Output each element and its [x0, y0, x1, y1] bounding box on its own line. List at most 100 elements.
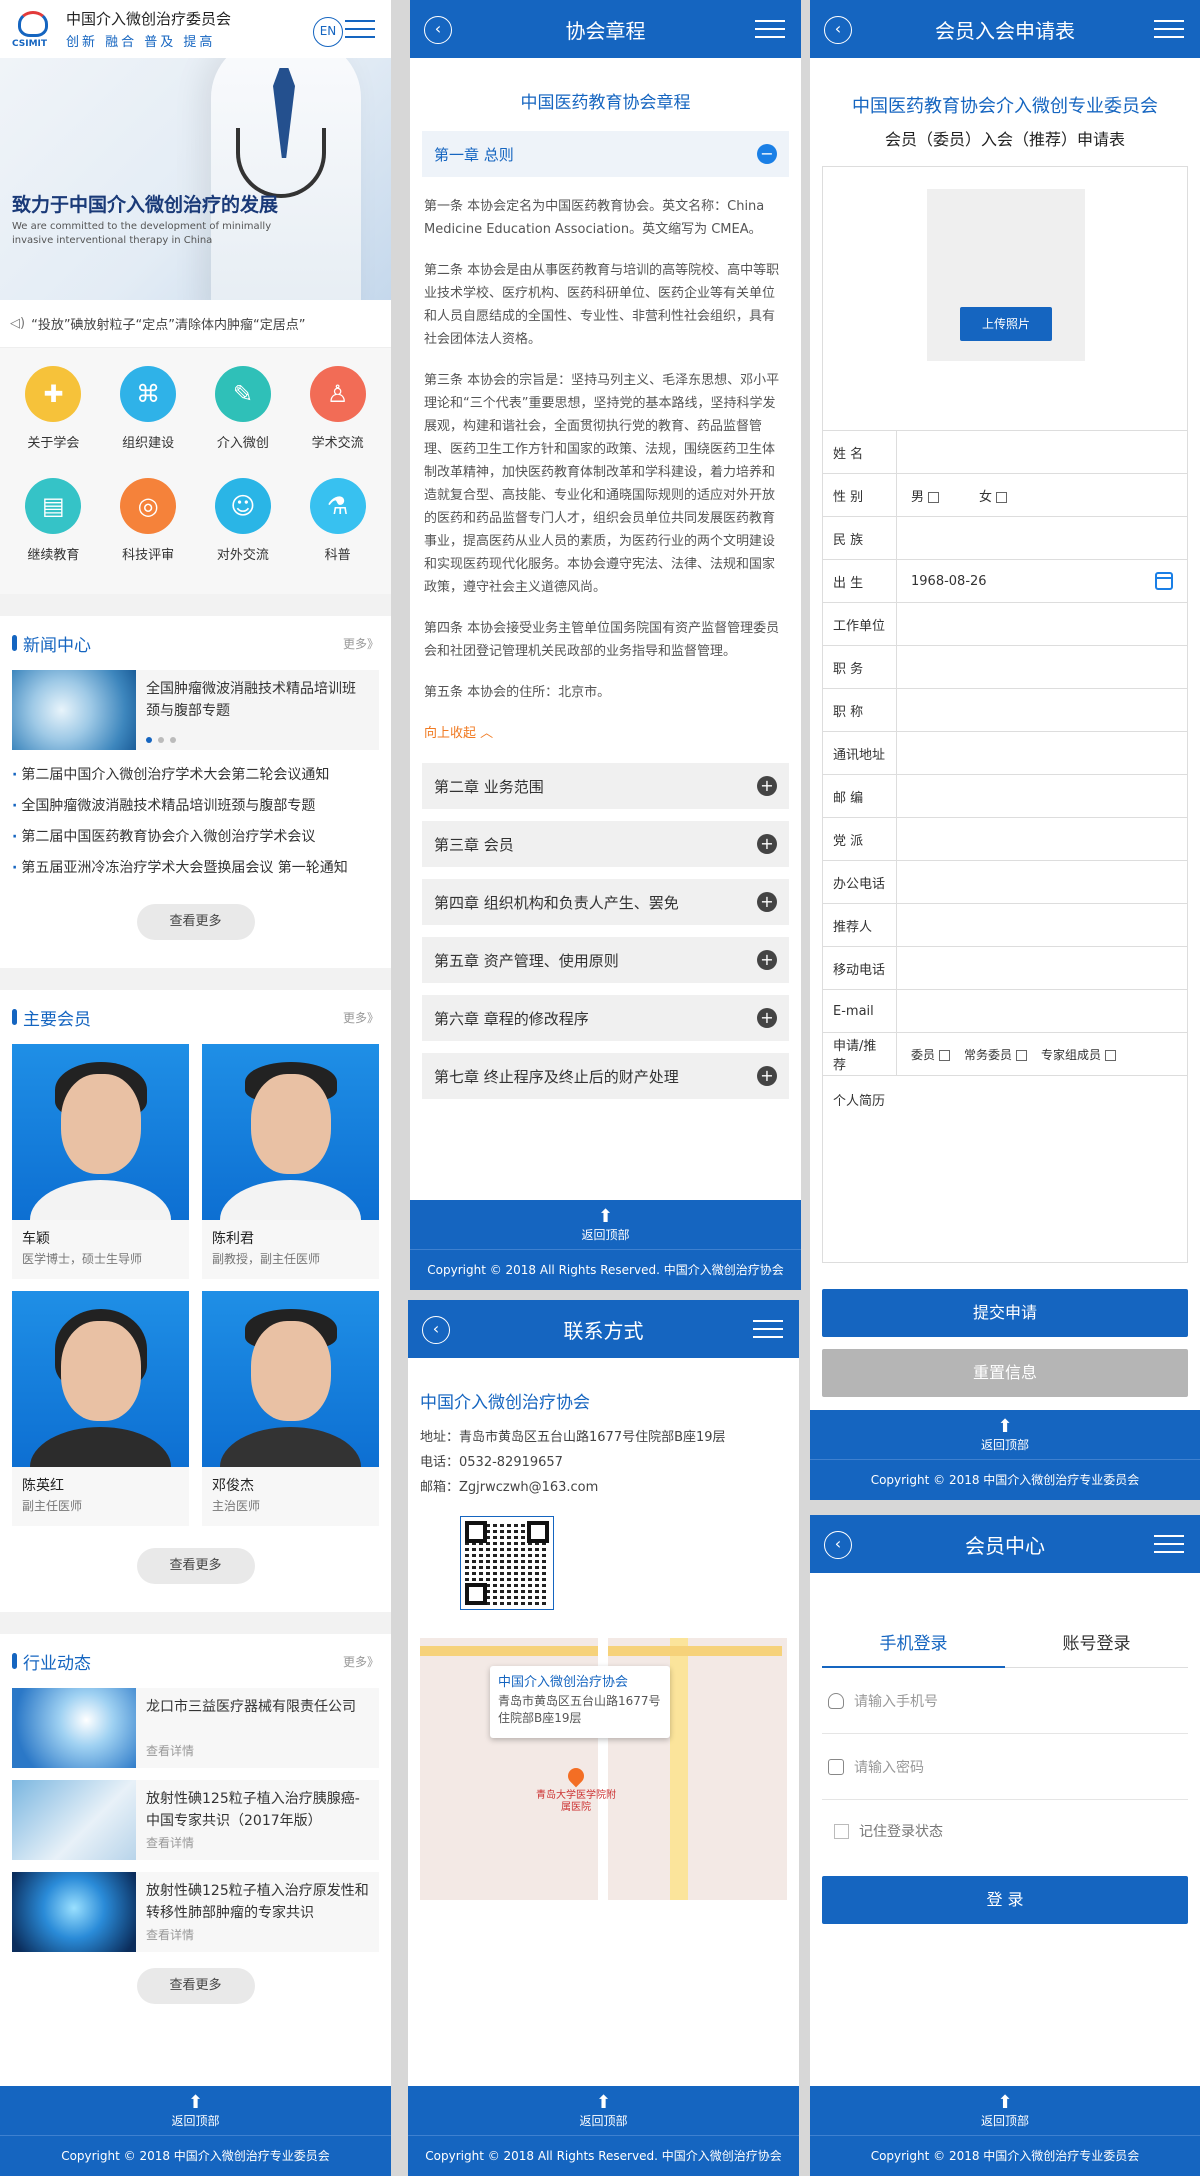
upload-photo-button[interactable]: 上传照片 [960, 307, 1052, 341]
charter-title: 中国医药教育协会章程 [520, 93, 691, 113]
copyright: Copyright © 2018 中国介入微创治疗专业委员会 [870, 1473, 1140, 1487]
carousel-dots[interactable] [146, 728, 369, 750]
menu-icon[interactable] [345, 20, 375, 40]
menu-icon[interactable] [755, 20, 785, 40]
news-list: 第二届中国介入微创治疗学术大会第二轮会议通知 全国肿瘤微波消融技术精品培训班颈与… [12, 750, 379, 894]
party-field[interactable] [897, 818, 1187, 860]
back-to-top-button[interactable]: ⬆ 返回顶部 [810, 1410, 1200, 1460]
speaker-icon: ◁) [10, 316, 26, 331]
member-card[interactable]: 车颖 医学博士，硕士生导师 [12, 1044, 189, 1279]
ethnicity-field[interactable] [897, 517, 1187, 559]
members-more-link[interactable]: 更多》 [343, 1009, 379, 1026]
nav-item-org[interactable]: ⌘ 组织建设 [101, 366, 196, 464]
news-featured[interactable]: 全国肿瘤微波消融技术精品培训班 颈与腹部专题 [12, 670, 379, 750]
nav-item-academic[interactable]: ♙ 学术交流 [290, 366, 385, 464]
apply-member-checkbox[interactable]: 委员 [911, 1046, 951, 1063]
arrow-up-icon: ⬆ [595, 2092, 612, 2113]
postcode-field[interactable] [897, 775, 1187, 817]
chapter-1-toggle[interactable]: 第一章 总则 − [422, 131, 789, 177]
list-item[interactable]: 放射性碘125粒子植入治疗原发性和转移性肺部肿瘤的专家共识 查看详情 [12, 1872, 379, 1952]
tab-account-login[interactable]: 账号登录 [1005, 1629, 1188, 1668]
chapter-toggle[interactable]: 第五章 资产管理、使用原则 + [422, 937, 789, 983]
nav-item-science[interactable]: ⚗ 科普 [290, 478, 385, 576]
gender-female-checkbox[interactable]: 女 [979, 486, 1008, 505]
avatar [202, 1291, 379, 1467]
list-item[interactable]: 第五届亚洲冷冻治疗学术大会暨换届会议 第一轮通知 [12, 853, 379, 884]
map[interactable]: 中国介入微创治疗协会 青岛市黄岛区五台山路1677号住院部B座19层 青岛大学医学… [420, 1638, 787, 1900]
member-card[interactable]: 陈利君 副教授，副主任医师 [202, 1044, 379, 1279]
nav-item-review[interactable]: ◎ 科技评审 [101, 478, 196, 576]
news-featured-image [12, 670, 136, 750]
list-item[interactable]: 第二届中国医药教育协会介入微创治疗学术会议 [12, 822, 379, 853]
language-switch-button[interactable]: EN [313, 17, 343, 47]
flask-icon: ⚗ [309, 478, 366, 534]
back-to-top-button[interactable]: ⬆ 返回顶部 [0, 2086, 391, 2136]
login-button[interactable]: 登 录 [822, 1876, 1188, 1924]
resume-field[interactable]: 个人简历 [823, 1076, 1187, 1262]
menu-icon[interactable] [1154, 1535, 1184, 1555]
member-card[interactable]: 邓俊杰 主治医师 [202, 1291, 379, 1526]
news-view-more-button[interactable]: 查看更多 [136, 904, 255, 940]
remember-login-checkbox[interactable]: 记住登录状态 [822, 1800, 1188, 1862]
map-pin-icon[interactable] [564, 1764, 588, 1788]
phone: 电话：0532-82919657 [420, 1455, 563, 1470]
email-field[interactable] [897, 990, 1187, 1032]
back-to-top-button[interactable]: ⬆ 返回顶部 [810, 2086, 1200, 2136]
apply-standing-checkbox[interactable]: 常务委员 [964, 1046, 1028, 1063]
name-field[interactable] [897, 431, 1187, 473]
industry-section: 行业动态 更多》 龙口市三益医疗器械有限责任公司 查看详情 放射性碘125粒子植入治… [0, 1634, 391, 2004]
footer: ⬆ 返回顶部 Copyright © 2018 All Rights Reserv… [410, 1200, 801, 1290]
gender-male-checkbox[interactable]: 男 [911, 486, 940, 505]
submit-button[interactable]: 提交申请 [822, 1289, 1188, 1337]
list-item[interactable]: 龙口市三益医疗器械有限责任公司 查看详情 [12, 1688, 379, 1768]
site-logo[interactable]: CSIMIT [12, 9, 58, 49]
planet-icon: ◎ [120, 478, 177, 534]
menu-icon[interactable] [1154, 20, 1184, 40]
menu-icon[interactable] [753, 1320, 783, 1340]
nav-item-about[interactable]: ✚ 关于学会 [6, 366, 101, 464]
plus-icon: + [757, 834, 777, 854]
position-field[interactable] [897, 646, 1187, 688]
chapter-toggle[interactable]: 第六章 章程的修改程序 + [422, 995, 789, 1041]
nav-item-exchange[interactable]: ☺ 对外交流 [196, 478, 291, 576]
industry-more-link[interactable]: 更多》 [343, 1653, 379, 1670]
chapter-toggle[interactable]: 第四章 组织机构和负责人产生、罢免 + [422, 879, 789, 925]
address-field[interactable] [897, 732, 1187, 774]
list-item[interactable]: 放射性碘125粒子植入治疗胰腺癌-中国专家共识（2017年版） 查看详情 [12, 1780, 379, 1860]
page-title: 协会章程 [565, 18, 646, 43]
tab-phone-login[interactable]: 手机登录 [822, 1629, 1005, 1668]
birth-date-field[interactable]: 1968-08-26 [897, 560, 1187, 602]
collapse-link[interactable]: 向上收起 ︿ [410, 722, 801, 763]
apply-expert-checkbox[interactable]: 专家组成员 [1041, 1046, 1117, 1063]
industry-view-more-button[interactable]: 查看更多 [136, 1968, 255, 2004]
chapter-toggle[interactable]: 第三章 会员 + [422, 821, 789, 867]
title-field[interactable] [897, 689, 1187, 731]
office-phone-field[interactable] [897, 861, 1187, 903]
chapter-toggle[interactable]: 第七章 终止程序及终止后的财产处理 + [422, 1053, 789, 1099]
phone-input[interactable]: 请输入手机号 [822, 1668, 1188, 1734]
list-item[interactable]: 第二届中国介入微创治疗学术大会第二轮会议通知 [12, 760, 379, 791]
calendar-icon[interactable] [1155, 572, 1173, 590]
chapter-toggle[interactable]: 第二章 业务范围 + [422, 763, 789, 809]
referrer-field[interactable] [897, 904, 1187, 946]
password-input[interactable]: 请输入密码 [822, 1734, 1188, 1800]
member-card[interactable]: 陈英红 副主任医师 [12, 1291, 189, 1526]
page-title: 会员入会申请表 [935, 18, 1075, 43]
list-item[interactable]: 全国肿瘤微波消融技术精品培训班颈与腹部专题 [12, 791, 379, 822]
back-icon[interactable]: ‹ [424, 16, 452, 44]
nav-item-education[interactable]: ▤ 继续教育 [6, 478, 101, 576]
notice-bar[interactable]: ◁) “投放”碘放射粒子“定点”清除体内肿瘤“定居点” [0, 300, 391, 348]
employer-field[interactable] [897, 603, 1187, 645]
back-to-top-button[interactable]: ⬆ 返回顶部 [408, 2086, 799, 2136]
back-icon[interactable]: ‹ [824, 1531, 852, 1559]
mobile-field[interactable] [897, 947, 1187, 989]
reset-button[interactable]: 重置信息 [822, 1349, 1188, 1397]
back-icon[interactable]: ‹ [422, 1316, 450, 1344]
news-more-link[interactable]: 更多》 [343, 635, 379, 652]
nav-item-intervention[interactable]: ✎ 介入微创 [196, 366, 291, 464]
back-icon[interactable]: ‹ [824, 16, 852, 44]
network-icon: ⌘ [120, 366, 177, 422]
site-header: CSIMIT 中国介入微创治疗委员会 创新 融合 普及 提高 EN [0, 0, 391, 58]
back-to-top-button[interactable]: ⬆ 返回顶部 [410, 1200, 801, 1250]
members-view-more-button[interactable]: 查看更多 [136, 1548, 255, 1584]
